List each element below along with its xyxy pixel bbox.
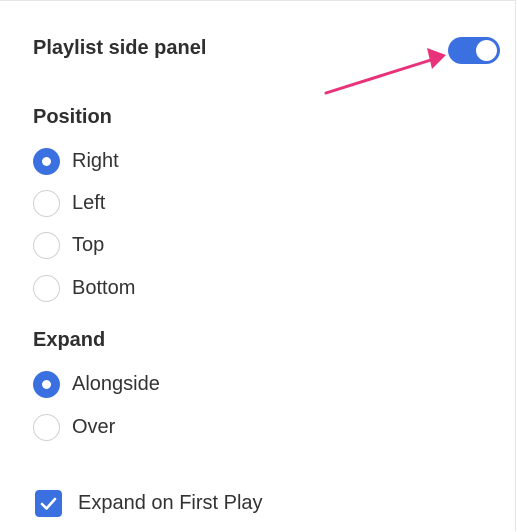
radio-selected-icon (33, 147, 60, 175)
position-option-bottom[interactable]: Bottom (33, 273, 135, 303)
playlist-side-panel-title: Playlist side panel (33, 37, 207, 59)
expand-on-first-play-checkbox[interactable]: Expand on First Play (35, 488, 263, 518)
radio-unselected-icon (33, 274, 60, 302)
radio-selected-icon (33, 370, 60, 398)
expand-option-label: Alongside (72, 373, 160, 395)
toggle-knob (476, 40, 497, 61)
position-option-label: Bottom (72, 277, 136, 299)
expand-section-label: Expand (33, 329, 106, 351)
position-option-left[interactable]: Left (33, 188, 105, 218)
position-option-top[interactable]: Top (33, 230, 104, 260)
position-option-label: Left (72, 192, 106, 214)
position-option-label: Top (72, 234, 105, 256)
position-option-label: Right (72, 150, 119, 172)
position-option-right[interactable]: Right (33, 146, 119, 176)
expand-option-label: Over (72, 416, 116, 438)
playlist-settings-panel: Playlist side panel Position Right Left … (0, 0, 516, 531)
radio-unselected-icon (33, 413, 60, 441)
checkmark-icon (35, 489, 62, 517)
playlist-side-panel-toggle[interactable] (448, 37, 500, 64)
expand-option-over[interactable]: Over (33, 412, 115, 442)
position-section-label: Position (33, 106, 112, 128)
expand-option-alongside[interactable]: Alongside (33, 369, 160, 399)
radio-unselected-icon (33, 231, 60, 259)
expand-on-first-play-label: Expand on First Play (78, 492, 263, 514)
annotation-arrow-icon (324, 48, 446, 95)
radio-unselected-icon (33, 189, 60, 217)
